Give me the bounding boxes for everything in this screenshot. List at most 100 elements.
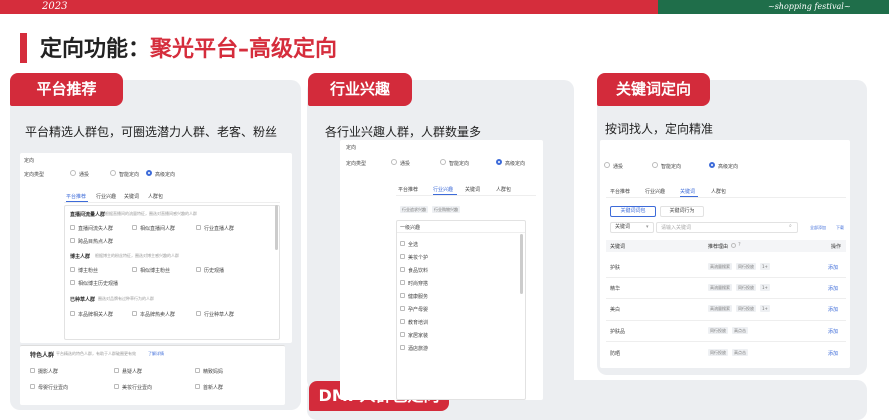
group-note: 圈选对品牌有过种草行为的人群 <box>98 296 154 301</box>
checkbox[interactable] <box>400 280 405 285</box>
interest-item[interactable]: 全选 <box>408 241 418 248</box>
reason-badge: 1+ <box>760 305 770 312</box>
checkbox[interactable] <box>70 238 75 243</box>
radio-smart[interactable] <box>440 159 446 165</box>
tab-keyword[interactable]: 关键词 <box>124 193 139 200</box>
interest-item[interactable]: 孕产母婴 <box>408 306 428 313</box>
checkbox[interactable] <box>196 267 201 272</box>
checkbox[interactable] <box>195 384 200 389</box>
divider <box>606 298 846 299</box>
radio-advanced[interactable] <box>709 162 715 168</box>
reason-badge: 1+ <box>760 284 770 291</box>
checkbox[interactable] <box>132 311 137 316</box>
subtab-shopping[interactable]: 行业购物兴趣 <box>432 206 460 213</box>
scrollbar[interactable] <box>520 234 523 294</box>
checkbox[interactable] <box>70 311 75 316</box>
top-banner: 2023 ~shopping festival~ <box>0 0 889 14</box>
divider <box>606 320 846 321</box>
checkbox[interactable] <box>196 225 201 230</box>
add-keyword-link[interactable]: 添加 <box>828 285 838 292</box>
tab-keyword[interactable]: 关键词 <box>680 188 695 195</box>
radio-broad[interactable] <box>604 162 610 168</box>
add-keyword-link[interactable]: 添加 <box>828 264 838 271</box>
download-link[interactable]: 下载 <box>836 225 844 231</box>
checkbox[interactable] <box>132 267 137 272</box>
tab-audience-pack[interactable]: 人群包 <box>148 193 163 200</box>
radio-broad[interactable] <box>391 159 397 165</box>
radio-broad[interactable] <box>70 170 76 176</box>
reason-badge: 高流量搜索 <box>708 305 732 312</box>
add-keyword-link[interactable]: 添加 <box>828 328 838 335</box>
page-title-prefix: 定向功能： <box>40 37 151 62</box>
interest-item[interactable]: 美妆个护 <box>408 254 428 261</box>
reason-badge: 高流量搜索 <box>708 284 732 291</box>
chevron-down-icon[interactable]: ▾ <box>646 224 649 230</box>
checkbox[interactable] <box>400 332 405 337</box>
tab-industry[interactable]: 行业兴趣 <box>433 186 453 193</box>
divider <box>397 232 525 233</box>
interest-item[interactable]: 健康服务 <box>408 293 428 300</box>
checkbox[interactable] <box>30 368 35 373</box>
checkbox[interactable] <box>400 345 405 350</box>
option-label: 相似直播间人群 <box>140 226 176 232</box>
radio-advanced[interactable] <box>146 170 152 176</box>
checkbox[interactable] <box>30 384 35 389</box>
radio-smart[interactable] <box>110 170 116 176</box>
help-hint: ? <box>738 242 741 248</box>
radio-label: 高级定向 <box>505 161 526 167</box>
checkbox[interactable] <box>114 368 119 373</box>
checkbox[interactable] <box>70 225 75 230</box>
tab-audience-pack[interactable]: 人群包 <box>496 186 511 193</box>
checkbox[interactable] <box>400 241 405 246</box>
checkbox[interactable] <box>132 225 137 230</box>
search-placeholder: 请输入关键词 <box>661 225 692 231</box>
subtab-pursuit[interactable]: 行业追求兴趣 <box>400 206 428 213</box>
checkbox[interactable] <box>70 267 75 272</box>
divider <box>64 202 280 203</box>
interest-item[interactable]: 食品饮料 <box>408 267 428 274</box>
special-note: 平台精选的特色人群，有助于人群破圈更有效 <box>56 351 136 356</box>
checkbox[interactable] <box>196 311 201 316</box>
type-label: 定向类型 <box>24 172 45 178</box>
page-title: 定向功能：聚光平台–高级定向 <box>40 36 337 64</box>
tab-platform[interactable]: 平台推荐 <box>610 188 630 195</box>
tab-platform[interactable]: 平台推荐 <box>398 186 418 193</box>
search-icon[interactable]: ⌕ <box>789 223 792 229</box>
keyword-cell: 护肤 <box>610 265 621 271</box>
interest-item[interactable]: 时尚穿搭 <box>408 280 428 287</box>
tab-audience-pack[interactable]: 人群包 <box>711 188 726 195</box>
checkbox[interactable] <box>400 293 405 298</box>
checkbox[interactable] <box>70 280 75 285</box>
option-label: 历史观播 <box>204 268 225 274</box>
learn-more-link[interactable]: 了解详情 <box>148 351 164 357</box>
keyword-behavior-button[interactable]: 关键词行为 <box>660 206 704 217</box>
radio-advanced[interactable] <box>496 159 502 165</box>
checkbox[interactable] <box>400 306 405 311</box>
tab-industry[interactable]: 行业兴趣 <box>96 193 116 200</box>
radio-smart[interactable] <box>652 162 658 168</box>
scrollbar[interactable] <box>275 205 278 250</box>
checkbox[interactable] <box>400 254 405 259</box>
radio-label: 高级定向 <box>155 172 176 178</box>
tab-industry[interactable]: 行业兴趣 <box>645 188 665 195</box>
tab-keyword[interactable]: 关键词 <box>465 186 480 193</box>
keyword-cell: 美白 <box>610 307 621 313</box>
add-keyword-link[interactable]: 添加 <box>828 306 838 313</box>
industry-desc: 各行业兴趣人群，人群数量多 <box>325 125 482 139</box>
checkbox[interactable] <box>400 267 405 272</box>
option-label: 直播间流失人群 <box>78 226 114 232</box>
tab-platform[interactable]: 平台推荐 <box>66 193 86 200</box>
option-label: 本品牌相关人群 <box>78 312 114 318</box>
add-keyword-link[interactable]: 添加 <box>828 350 838 357</box>
checkbox[interactable] <box>195 368 200 373</box>
add-all-link[interactable]: 全部添加 <box>810 225 826 231</box>
interest-item[interactable]: 教育培训 <box>408 319 428 326</box>
option-label: 悬疑人群 <box>122 369 143 375</box>
keyword-pack-button[interactable]: 关键词词包 <box>610 206 656 217</box>
checkbox[interactable] <box>114 384 119 389</box>
help-icon[interactable] <box>731 243 736 248</box>
interest-item[interactable]: 酒店旅游 <box>408 345 428 352</box>
checkbox[interactable] <box>400 319 405 324</box>
group-title: 已种草人群 <box>70 297 96 303</box>
interest-item[interactable]: 家居家装 <box>408 332 428 339</box>
